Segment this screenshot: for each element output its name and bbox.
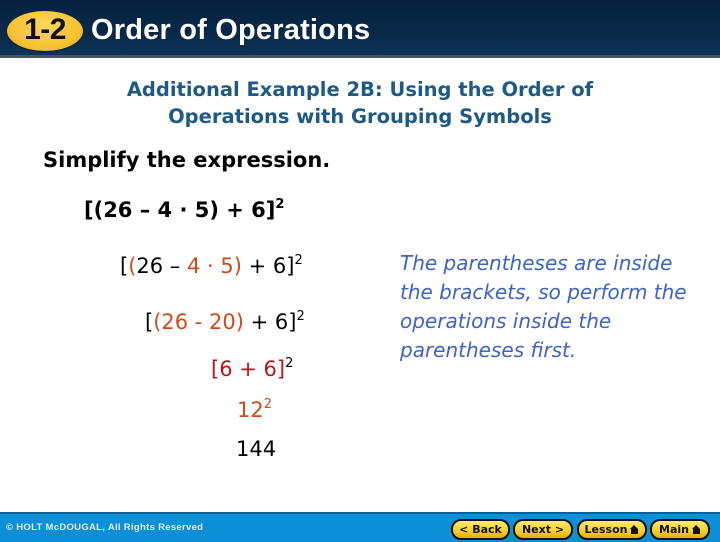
example-heading: Additional Example 2B: Using the Order o… bbox=[40, 76, 680, 130]
explanation-note: The parentheses are inside the brackets,… bbox=[400, 251, 687, 362]
lesson-number: 1-2 bbox=[24, 13, 66, 46]
home-icon bbox=[630, 525, 639, 534]
step-exponent: 2 bbox=[263, 397, 273, 412]
copyright-text: © HOLT McDOUGAL, All Rights Reserved bbox=[6, 522, 204, 533]
step-5-result: 144 bbox=[236, 437, 276, 461]
chevron-left-icon: < bbox=[459, 523, 469, 536]
step-part-highlight: (26 - 20) bbox=[153, 310, 244, 334]
step-exponent: 2 bbox=[296, 309, 305, 324]
instruction-text: Simplify the expression. bbox=[43, 148, 331, 172]
example-heading-line2: Operations with Grouping Symbols bbox=[168, 105, 552, 128]
step-part: [ bbox=[145, 310, 154, 334]
step-3: [6 + 6]2 bbox=[211, 357, 293, 381]
step-part: [ bbox=[120, 254, 129, 278]
step-4: 122 bbox=[237, 398, 272, 422]
step-exponent: 2 bbox=[294, 253, 303, 268]
step-1: [(26 – 4 · 5) + 6]2 bbox=[120, 254, 303, 278]
back-button-label: Back bbox=[472, 523, 502, 536]
step-part-highlight: 12 bbox=[237, 398, 264, 422]
lesson-button[interactable]: Lesson bbox=[577, 519, 647, 540]
step-exponent: 2 bbox=[285, 356, 294, 371]
example-heading-line1: Additional Example 2B: Using the Order o… bbox=[126, 78, 594, 101]
step-part: + 6] bbox=[243, 310, 297, 334]
step-part-highlight: [6 + 6] bbox=[211, 357, 286, 381]
footer-bar: © HOLT McDOUGAL, All Rights Reserved < B… bbox=[0, 512, 720, 542]
final-answer: 144 bbox=[236, 437, 277, 461]
lesson-title: Order of Operations bbox=[91, 14, 371, 46]
back-button[interactable]: < Back bbox=[451, 519, 510, 540]
main-button[interactable]: Main bbox=[650, 519, 710, 540]
home-icon bbox=[691, 525, 701, 534]
chevron-right-icon: > bbox=[554, 523, 565, 536]
step-2: [(26 - 20) + 6]2 bbox=[145, 310, 305, 334]
expression: [(26 – 4 · 5) + 6]2 bbox=[84, 198, 284, 222]
lesson-number-badge: 1-2 bbox=[7, 11, 83, 51]
next-button[interactable]: Next > bbox=[513, 519, 573, 540]
expression-base: [(26 – 4 · 5) + 6] bbox=[84, 198, 276, 222]
next-button-label: Next bbox=[521, 523, 551, 536]
step-part: + 6] bbox=[241, 254, 295, 278]
lesson-button-label: Lesson bbox=[584, 523, 628, 536]
slide-header: 1-2 Order of Operations bbox=[0, 0, 720, 58]
expression-exponent: 2 bbox=[275, 197, 285, 212]
step-part-highlight: 4 · 5) bbox=[186, 254, 242, 278]
step-part: 26 – bbox=[136, 254, 187, 278]
main-button-label: Main bbox=[659, 523, 689, 536]
